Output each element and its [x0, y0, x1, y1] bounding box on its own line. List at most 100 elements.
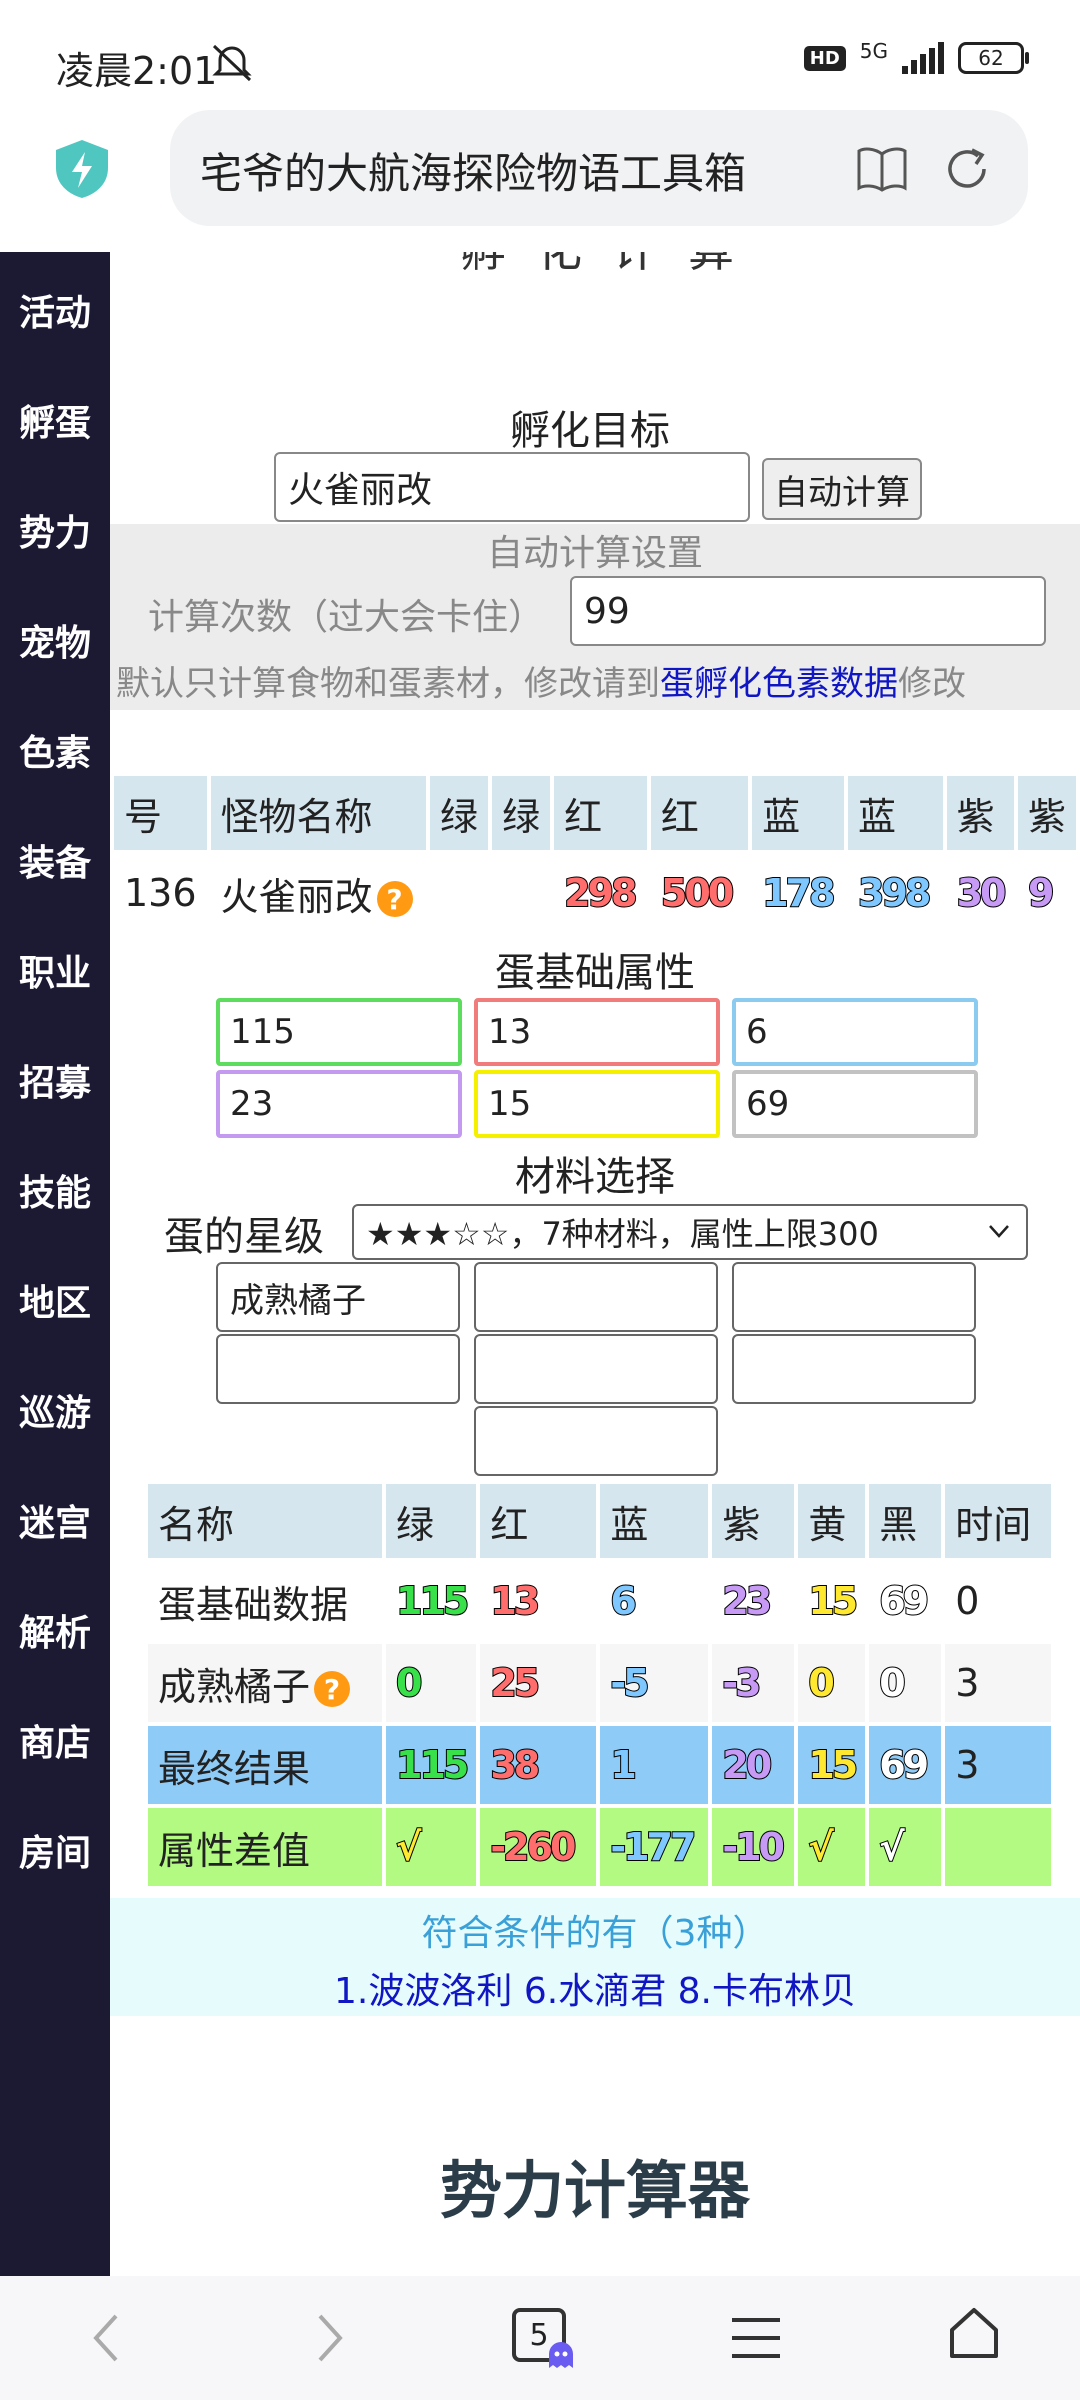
material-slot[interactable]: [474, 1334, 718, 1404]
row-name: 蛋基础数据: [158, 1582, 349, 1627]
nav-item-cruise[interactable]: 巡游: [0, 1384, 110, 1436]
result-table: 名称 绿 红 蓝 紫 黄 黑 时间 蛋基础数据 115 13 6 23 15 6…: [144, 1480, 1055, 1890]
help-icon[interactable]: ?: [314, 1671, 351, 1707]
material-slot[interactable]: [474, 1262, 718, 1332]
monster-purple-2: 9: [1027, 870, 1055, 916]
cell-red: 25: [480, 1644, 597, 1722]
egg-attr-black[interactable]: 69: [732, 1070, 978, 1138]
chevron-down-icon: [989, 1225, 1009, 1238]
star-label: 蛋的星级: [164, 1214, 324, 1260]
page-title[interactable]: 宅爷的大航海探险物语工具箱: [200, 140, 800, 201]
signal-icon: [902, 42, 944, 74]
material-slot[interactable]: [216, 1334, 460, 1404]
cell-green: √: [386, 1808, 477, 1886]
hd-badge: HD: [803, 45, 846, 71]
result-header-name: 名称: [148, 1484, 382, 1558]
nav-item-hatch[interactable]: 孵蛋: [0, 394, 110, 446]
cell-time: 0: [955, 1579, 980, 1623]
nav-item-analysis[interactable]: 解析: [0, 1604, 110, 1656]
result-header-yellow: 黄: [798, 1484, 866, 1558]
header-red: 红: [554, 776, 647, 850]
home-icon[interactable]: [946, 2306, 1002, 2362]
pigment-data-link[interactable]: 蛋孵化色素数据: [660, 664, 898, 704]
cell-yellow: 15: [798, 1726, 866, 1804]
network-label: 5G: [859, 39, 888, 63]
row-name: 成熟橘子: [158, 1664, 311, 1709]
calc-count-input[interactable]: 99: [570, 576, 1046, 646]
results-box: 符合条件的有（3种） 1.波波洛利 6.水滴君 8.卡布林贝: [110, 1898, 1080, 2016]
hatch-target-label: 孵化目标: [510, 408, 670, 454]
nav-item-activity[interactable]: 活动: [0, 284, 110, 336]
cell-purple: -3: [712, 1644, 795, 1722]
cell-green: 0: [386, 1644, 477, 1722]
nav-item-maze[interactable]: 迷宫: [0, 1494, 110, 1546]
nav-item-job[interactable]: 职业: [0, 944, 110, 996]
egg-base-title: 蛋基础属性: [495, 950, 695, 996]
egg-attr-blue[interactable]: 6: [732, 998, 978, 1066]
auto-calc-button[interactable]: 自动计算: [762, 458, 922, 520]
monster-green-1: [430, 854, 488, 932]
result-header-black: 黑: [869, 1484, 942, 1558]
monster-name: 火雀丽改: [220, 874, 373, 919]
result-header-time: 时间: [945, 1484, 1052, 1558]
status-bar: 凌晨2:01 HD 5G 62: [0, 0, 1080, 100]
cell-yellow: 0: [798, 1644, 866, 1722]
egg-attr-green[interactable]: 115: [216, 998, 462, 1066]
egg-attr-purple[interactable]: 23: [216, 1070, 462, 1138]
material-slot[interactable]: [732, 1334, 976, 1404]
shield-icon[interactable]: [52, 138, 112, 200]
nav-item-pigment[interactable]: 色素: [0, 724, 110, 776]
nav-item-faction[interactable]: 势力: [0, 504, 110, 556]
nav-item-pet[interactable]: 宠物: [0, 614, 110, 666]
hatch-target-input[interactable]: 火雀丽改: [274, 452, 750, 522]
material-title: 材料选择: [515, 1154, 675, 1200]
forward-icon[interactable]: [310, 2308, 350, 2368]
row-name: 最终结果: [148, 1726, 382, 1804]
nav-item-shop[interactable]: 商店: [0, 1714, 110, 1766]
results-title: 符合条件的有（3种）: [421, 1913, 769, 1954]
monster-blue-2: 398: [857, 870, 932, 916]
cell-black: 69: [869, 1726, 942, 1804]
nav-item-skill[interactable]: 技能: [0, 1164, 110, 1216]
monster-red-1: 298: [563, 870, 638, 916]
header-green: 绿: [492, 776, 551, 850]
result-header-blue: 蓝: [600, 1484, 709, 1558]
help-icon[interactable]: ?: [376, 881, 413, 917]
egg-attr-red[interactable]: 13: [474, 998, 720, 1066]
row-name: 属性差值: [148, 1808, 382, 1886]
cell-black: √: [869, 1808, 942, 1886]
status-time: 凌晨2:01: [56, 49, 218, 93]
menu-icon[interactable]: [730, 2314, 782, 2362]
cell-black: 0: [869, 1644, 942, 1722]
nav-item-recruit[interactable]: 招募: [0, 1054, 110, 1106]
main-content: 孵化计算 孵化目标 火雀丽改 自动计算 自动计算设置 计算次数（过大会卡住） 9…: [110, 252, 1080, 2276]
settings-note: 默认只计算食物和蛋素材，修改请到蛋孵化色素数据修改: [116, 656, 966, 705]
cell-red: 38: [480, 1726, 597, 1804]
back-icon[interactable]: [86, 2308, 126, 2368]
results-list[interactable]: 1.波波洛利 6.水滴君 8.卡布林贝: [110, 1962, 1080, 2014]
material-slot[interactable]: 成熟橘子: [216, 1262, 460, 1332]
cell-black: 69: [878, 1578, 930, 1624]
nav-item-room[interactable]: 房间: [0, 1824, 110, 1876]
address-bar[interactable]: 宅爷的大航海探险物语工具箱: [170, 110, 1028, 226]
header-name: 怪物名称: [210, 776, 427, 850]
cell-yellow: √: [798, 1808, 866, 1886]
egg-attr-yellow[interactable]: 15: [474, 1070, 720, 1138]
result-table-header: 名称 绿 红 蓝 紫 黄 黑 时间: [148, 1484, 1052, 1558]
cell-green: 115: [395, 1578, 470, 1624]
cell-time: 3: [945, 1644, 1052, 1722]
battery-level: 62: [978, 46, 1004, 70]
cell-time: [945, 1808, 1052, 1886]
material-slot[interactable]: [732, 1262, 976, 1332]
material-slot[interactable]: [474, 1406, 718, 1476]
calc-count-label: 计算次数（过大会卡住）: [148, 597, 545, 638]
reader-mode-icon[interactable]: [856, 146, 908, 192]
nav-item-region[interactable]: 地区: [0, 1274, 110, 1326]
reload-icon[interactable]: [942, 144, 992, 194]
cell-blue: 1: [600, 1726, 709, 1804]
star-select[interactable]: ★★★☆☆，7种材料，属性上限300: [352, 1204, 1028, 1260]
monster-purple-1: 30: [956, 870, 1008, 916]
nav-item-equipment[interactable]: 装备: [0, 834, 110, 886]
cell-blue: -5: [600, 1644, 709, 1722]
monster-table: 号 怪物名称 绿 绿 红 红 蓝 蓝 紫 紫 136 火雀丽改? 298 500…: [110, 772, 1080, 936]
